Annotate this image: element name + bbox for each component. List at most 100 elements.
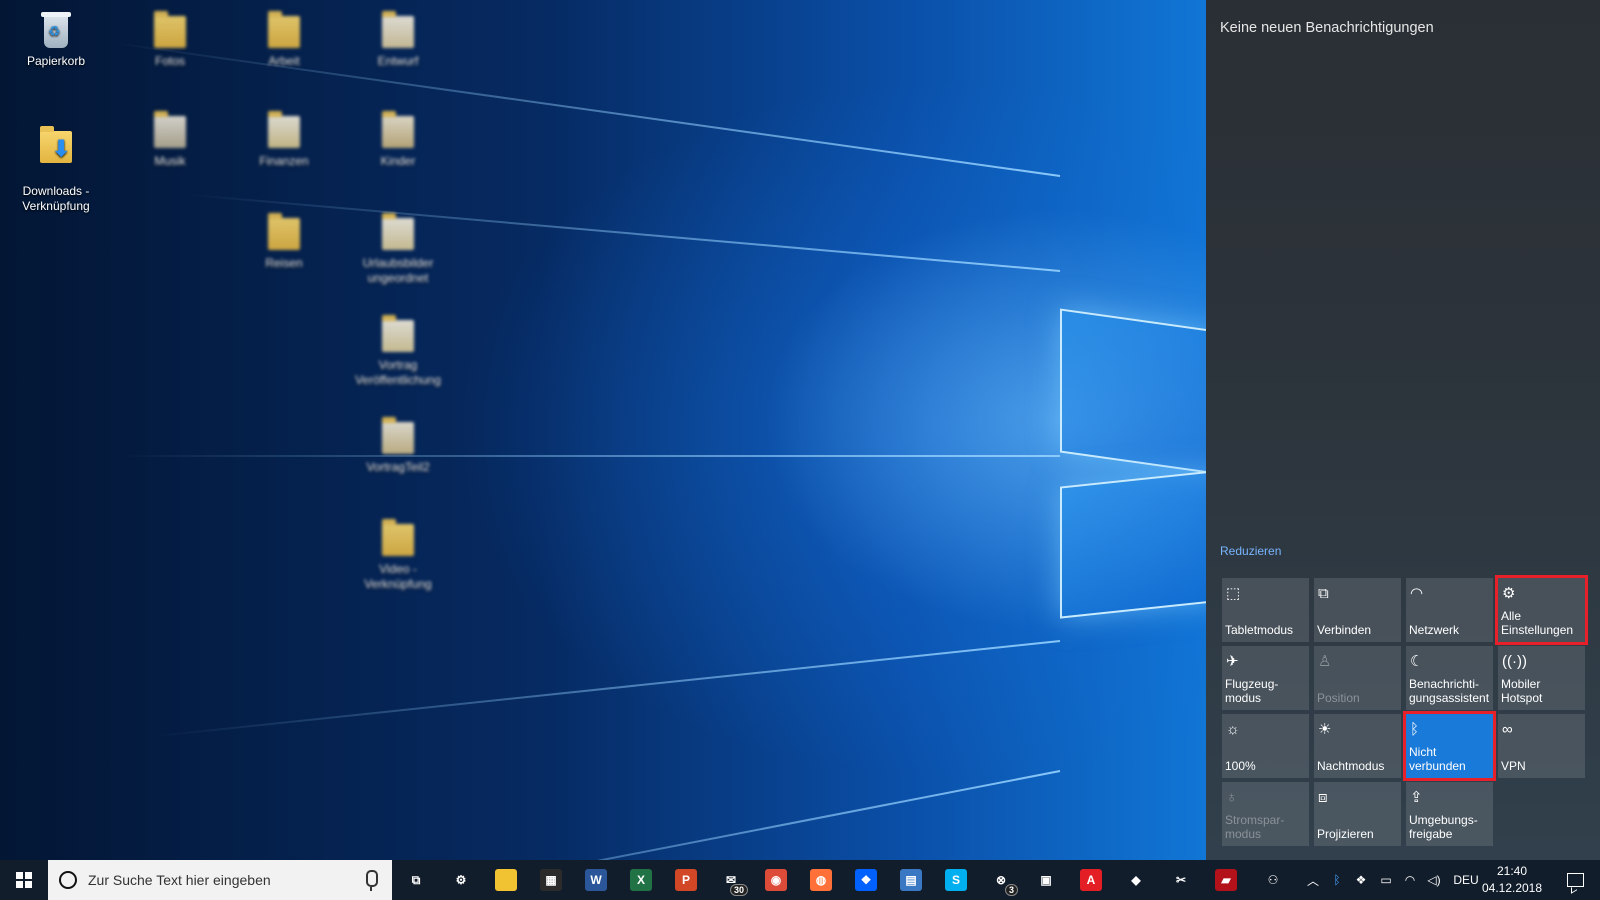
desktop-icon-folder[interactable]: Entwurf bbox=[353, 10, 443, 69]
quick-action-tile[interactable]: ☀ Nachtmodus bbox=[1314, 714, 1401, 778]
app-glyph: ◆ bbox=[1131, 873, 1141, 887]
desktop-icon-folder[interactable]: Video - Verknüpfung bbox=[353, 518, 443, 592]
quick-action-tile[interactable]: ✈ Flugzeug- modus bbox=[1222, 646, 1309, 710]
taskbar-app-button[interactable]: ▦ bbox=[529, 860, 573, 900]
taskbar-app-button[interactable]: ◆ bbox=[1114, 860, 1158, 900]
app-glyph: ▤ bbox=[905, 873, 917, 887]
vpn-icon: ∞ bbox=[1502, 721, 1513, 738]
desktop-icon-folder[interactable]: Arbeit bbox=[239, 10, 329, 69]
desktop-icon-downloads-shortcut[interactable]: ⬇ Downloads - Verknüpfung bbox=[11, 110, 101, 229]
dropbox-tray-icon[interactable]: ❖ bbox=[1350, 860, 1372, 900]
app-badge-count: 3 bbox=[1004, 884, 1018, 896]
desktop-icon-folder[interactable]: Urlaubsbilder ungeordnet bbox=[353, 212, 443, 286]
taskbar-app-button[interactable]: P bbox=[664, 860, 708, 900]
desktop-icon-folder[interactable]: Finanzen bbox=[239, 110, 329, 169]
app-glyph: X bbox=[636, 873, 645, 887]
quick-action-tile[interactable]: ∞ VPN bbox=[1498, 714, 1585, 778]
folder-icon bbox=[380, 314, 416, 354]
app-glyph: P bbox=[681, 873, 690, 887]
taskbar-app-button[interactable]: A bbox=[1069, 860, 1113, 900]
app-glyph: S bbox=[951, 873, 960, 887]
folder-icon bbox=[266, 10, 302, 50]
taskbar-app-button[interactable]: ◍ bbox=[799, 860, 843, 900]
desktop-icon-folder[interactable]: Vortrag Veröffentlichung bbox=[353, 314, 443, 388]
quick-action-label: Nachtmodus bbox=[1317, 759, 1385, 773]
quick-action-tile[interactable]: ⧈ Projizieren bbox=[1314, 782, 1401, 846]
wallpaper-light-beam bbox=[274, 770, 1061, 860]
folder-icon bbox=[380, 212, 416, 252]
wallpaper-light-beam bbox=[120, 455, 1060, 457]
hotspot-icon: ((·)) bbox=[1502, 653, 1527, 670]
taskbar-app-button[interactable]: ❖ bbox=[844, 860, 888, 900]
airplane-icon: ✈ bbox=[1226, 653, 1239, 670]
gear-icon: ⚙ bbox=[1502, 585, 1516, 602]
taskbar-app-button[interactable]: ✂ bbox=[1159, 860, 1203, 900]
quick-action-label: Nicht verbunden bbox=[1409, 745, 1466, 773]
app-glyph: ▰ bbox=[1221, 873, 1231, 887]
quick-action-tile[interactable]: ♁ Stromspar- modus bbox=[1222, 782, 1309, 846]
start-button[interactable] bbox=[0, 860, 48, 900]
desktop[interactable]: ♻ Papierkorb ⬇ Downloads - Verknüpfung F… bbox=[0, 0, 1206, 860]
wallpaper-light-beam bbox=[154, 640, 1061, 738]
quick-action-tile[interactable]: ☾ Benachrichti- gungsassistent bbox=[1406, 646, 1493, 710]
action-center-button[interactable] bbox=[1550, 860, 1600, 900]
folder-icon bbox=[152, 110, 188, 150]
dropbox-icon: ❖ bbox=[855, 869, 877, 891]
skype-icon: S bbox=[945, 869, 967, 891]
taskbar-app-button[interactable]: ▰ bbox=[1204, 860, 1248, 900]
folder-icon bbox=[380, 110, 416, 150]
taskbar-app-button[interactable]: ◉ bbox=[754, 860, 798, 900]
notification-icon bbox=[1566, 873, 1584, 887]
app-badge-count: 30 bbox=[729, 884, 748, 896]
app-glyph: ✂ bbox=[1175, 873, 1187, 887]
system-clock[interactable]: 21:40 04.12.2018 bbox=[1480, 863, 1544, 897]
desktop-icon-recycle-bin[interactable]: ♻ Papierkorb bbox=[11, 10, 101, 69]
taskbar-app-button[interactable]: ⚙ bbox=[439, 860, 483, 900]
folder-icon bbox=[380, 416, 416, 456]
input-language-indicator[interactable]: DEU bbox=[1450, 860, 1482, 900]
app-glyph: W bbox=[590, 873, 602, 887]
quick-action-tile[interactable]: ♙ Position bbox=[1314, 646, 1401, 710]
cortana-icon bbox=[59, 871, 77, 889]
desktop-icon-label: Papierkorb bbox=[26, 54, 86, 68]
quick-action-label: Benachrichti- gungsassistent bbox=[1409, 677, 1490, 705]
wallpaper-windows-logo-pane bbox=[1060, 469, 1206, 619]
desktop-icon-folder[interactable]: VortragTeil2 bbox=[353, 416, 443, 475]
volume-icon[interactable]: ◁) bbox=[1422, 860, 1446, 900]
taskbar-app-button[interactable]: ⧉ bbox=[394, 860, 438, 900]
chevron-up-icon[interactable]: ︿ bbox=[1302, 860, 1324, 900]
quick-action-tile[interactable]: ⧉ Verbinden bbox=[1314, 578, 1401, 642]
quick-action-tile[interactable]: ⇪ Umgebungs- freigabe bbox=[1406, 782, 1493, 846]
app-glyph: ⧉ bbox=[411, 872, 421, 887]
taskbar-app-button[interactable]: ✉ 30 bbox=[709, 860, 753, 900]
quick-action-tile[interactable]: ☼ 100% bbox=[1222, 714, 1309, 778]
quick-action-tile[interactable]: ⬚ Tabletmodus bbox=[1222, 578, 1309, 642]
taskbar-app-button[interactable]: S bbox=[934, 860, 978, 900]
desktop-icon-folder[interactable]: Kinder bbox=[353, 110, 443, 169]
quick-action-tile[interactable]: ◠ Netzwerk bbox=[1406, 578, 1493, 642]
wifi-icon[interactable]: ◠ bbox=[1398, 860, 1422, 900]
taskbar-app-button[interactable]: ⊗ 3 bbox=[979, 860, 1023, 900]
quick-action-tile[interactable]: ᛒ Nicht verbunden bbox=[1403, 711, 1496, 781]
taskbar-app-button[interactable]: W bbox=[574, 860, 618, 900]
desktop-icon-folder[interactable]: Musik bbox=[125, 110, 215, 169]
quick-action-tile[interactable]: ⚙ Alle Einstellungen bbox=[1495, 575, 1588, 645]
microphone-icon[interactable] bbox=[366, 870, 378, 891]
quick-action-tile[interactable]: ((·)) Mobiler Hotspot bbox=[1498, 646, 1585, 710]
app-glyph: ⊗ bbox=[995, 873, 1007, 887]
collapse-quick-actions-link[interactable]: Reduzieren bbox=[1220, 544, 1281, 558]
quick-action-label: VPN bbox=[1501, 759, 1526, 773]
people-icon[interactable]: ⚇ bbox=[1260, 860, 1286, 900]
bluetooth-tray-icon[interactable]: ᛒ bbox=[1326, 860, 1348, 900]
desktop-icon-folder[interactable]: Fotos bbox=[125, 10, 215, 69]
search-box[interactable]: Zur Suche Text hier eingeben bbox=[48, 860, 392, 900]
desktop-icon-folder[interactable]: Reisen bbox=[239, 212, 329, 271]
taskbar-app-button[interactable]: ▣ bbox=[1024, 860, 1068, 900]
folder-icon bbox=[380, 10, 416, 50]
mail-icon: ✉ 30 bbox=[720, 869, 748, 896]
location-icon: ♙ bbox=[1318, 653, 1332, 670]
battery-icon[interactable]: ▭ bbox=[1374, 860, 1398, 900]
taskbar-app-button[interactable]: ▤ bbox=[889, 860, 933, 900]
taskbar-app-button[interactable]: X bbox=[619, 860, 663, 900]
taskbar-app-button[interactable] bbox=[484, 860, 528, 900]
